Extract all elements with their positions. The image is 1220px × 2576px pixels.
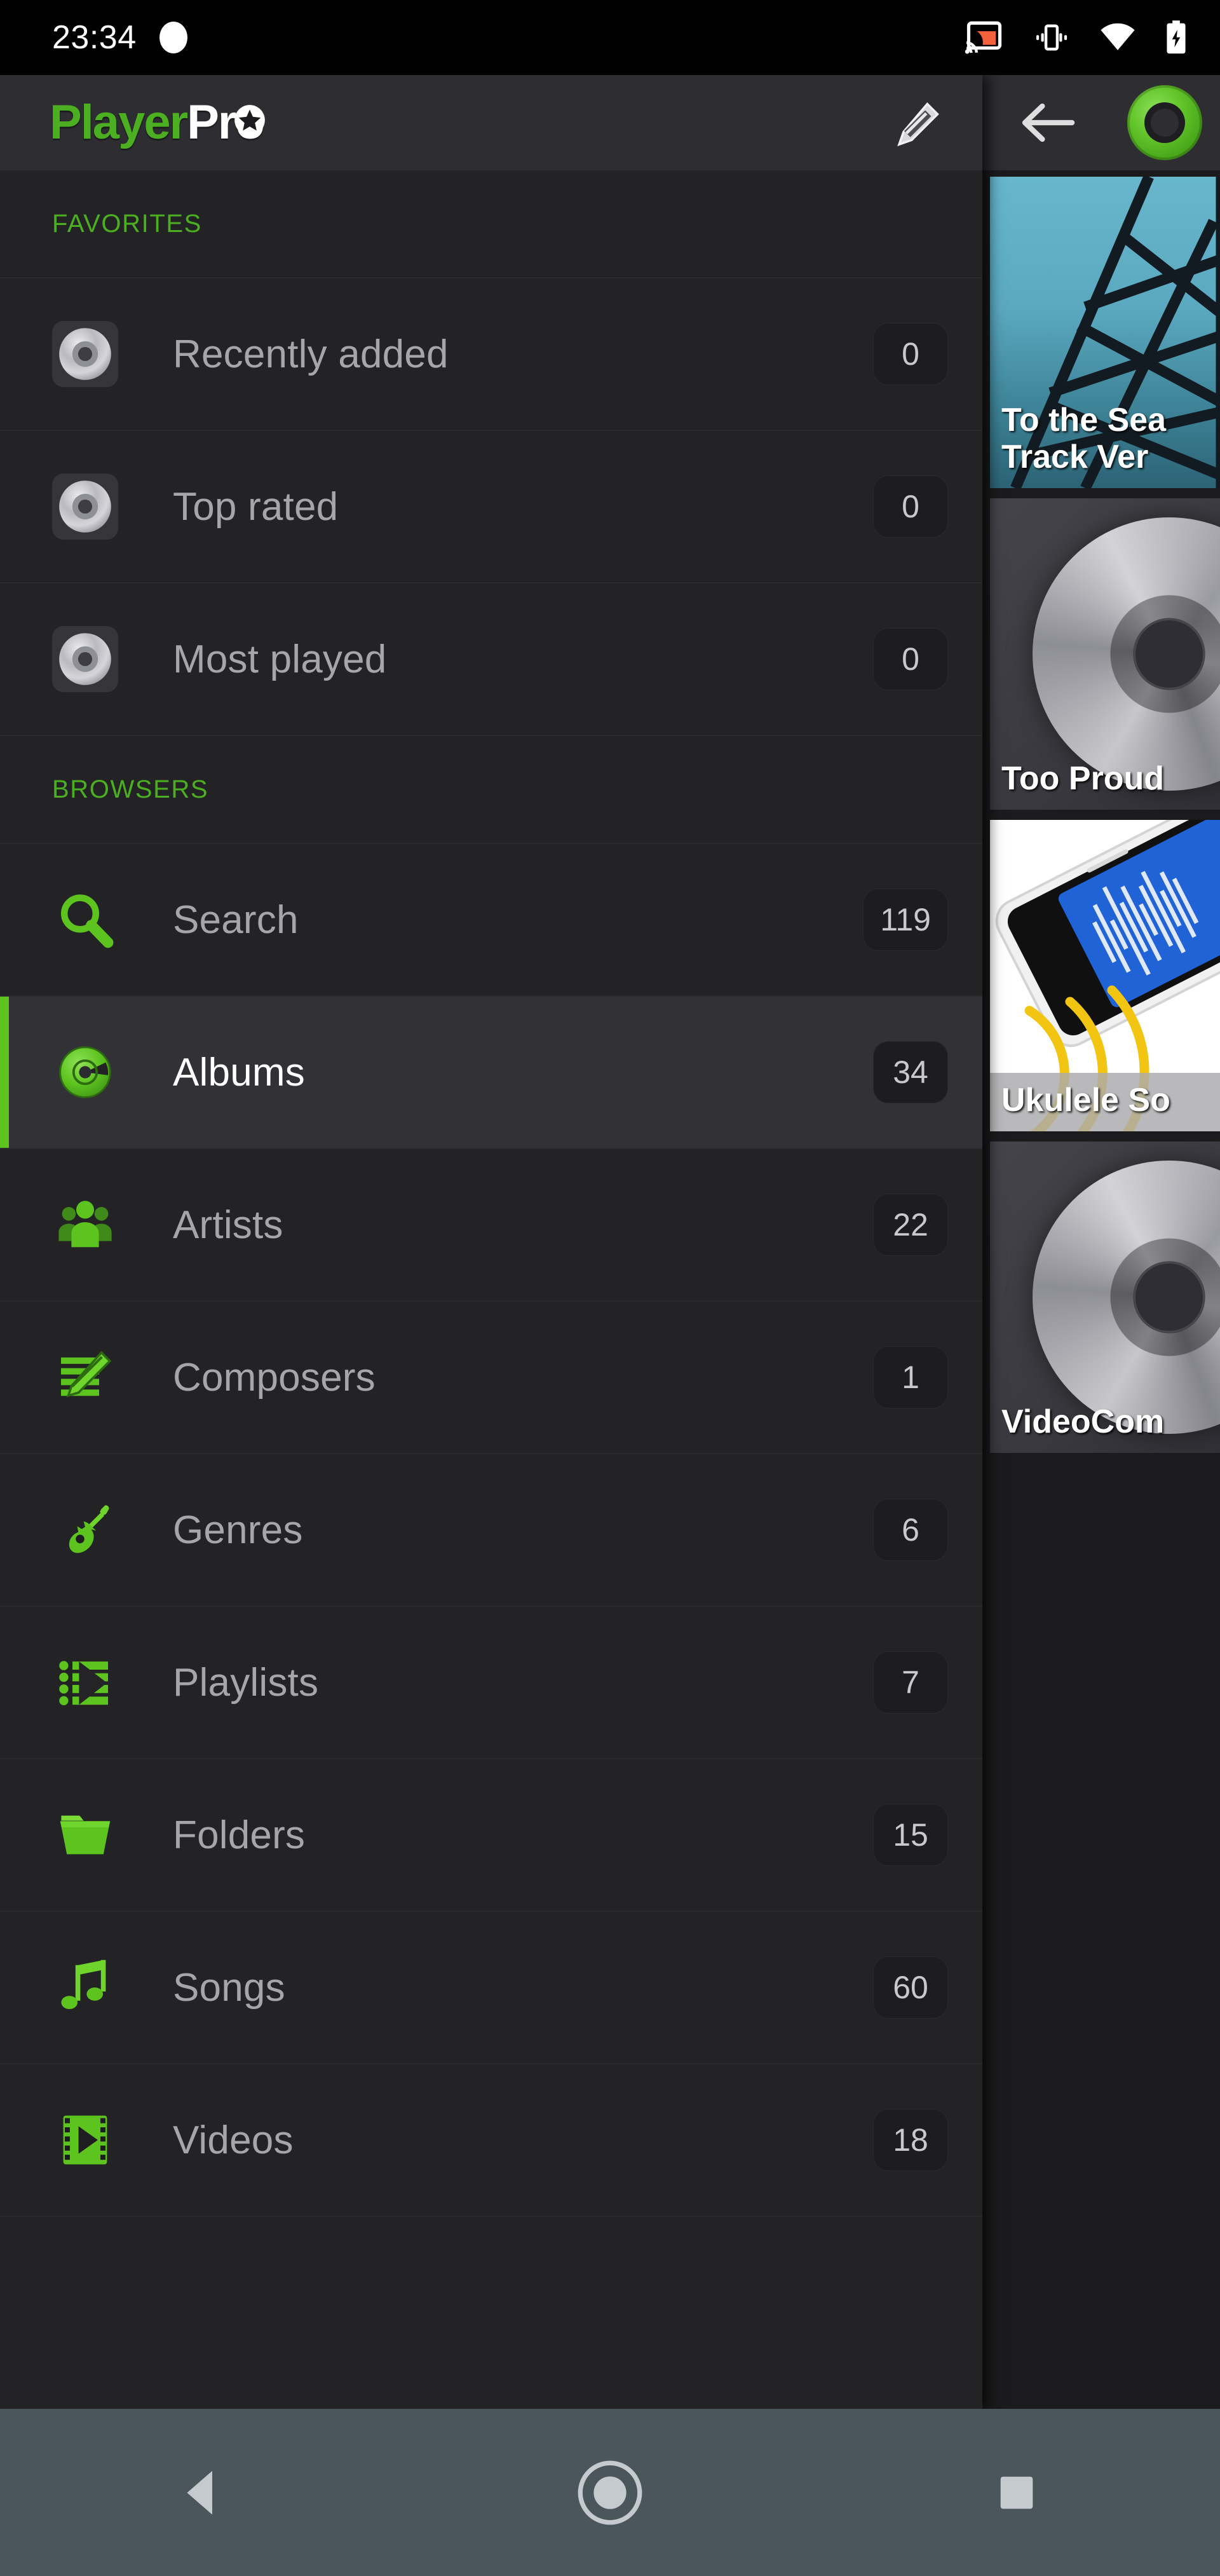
drawer-item-count: 18 — [873, 2109, 948, 2171]
drawer-item-composers[interactable]: Composers 1 — [0, 1302, 982, 1454]
logo-text-player: Player — [50, 95, 188, 149]
drawer-item-count: 15 — [873, 1804, 948, 1866]
album-title: Ukulele So — [990, 1072, 1220, 1131]
drawer-item-label: Top rated — [173, 484, 339, 529]
people-icon — [52, 1192, 118, 1258]
drawer-header: Player Pro — [0, 75, 982, 170]
section-header-favorites: FAVORITES — [0, 170, 982, 278]
drawer-item-label: Most played — [173, 637, 387, 681]
album-title: VideoCom — [1001, 1403, 1165, 1440]
album-grid: To the Sea Track Ver Too Proud Ukulele S… — [982, 170, 1220, 1453]
vibrate-icon — [1036, 24, 1068, 51]
cast-icon — [965, 21, 1002, 54]
drawer-item-label: Composers — [173, 1355, 376, 1400]
nav-home-circle-icon[interactable] — [546, 2429, 674, 2556]
drawer-item-top-rated[interactable]: Top rated 0 — [0, 431, 982, 583]
drawer-item-genres[interactable]: Genres 6 — [0, 1454, 982, 1607]
edit-pencil-icon[interactable] — [890, 93, 948, 152]
drawer-item-count: 1 — [873, 1346, 948, 1408]
drawer-item-recently-added[interactable]: Recently added 0 — [0, 278, 982, 431]
drawer-item-label: Folders — [173, 1813, 306, 1857]
status-bar: 23:34 — [0, 0, 1220, 75]
camera-dot-icon — [159, 22, 187, 53]
drawer-item-label: Songs — [173, 1965, 285, 2010]
album-tile[interactable]: To the Sea Track Ver — [990, 177, 1220, 488]
phone-screen: 23:34 To the Sea Track Ver Too Proud Uku… — [0, 0, 1220, 2576]
drawer-item-count: 7 — [873, 1651, 948, 1714]
album-tile[interactable]: Too Proud — [990, 498, 1220, 810]
app-logo: Player Pro — [50, 95, 265, 149]
album-title: To the Sea Track Ver — [1001, 401, 1167, 475]
pencil-icon — [897, 102, 939, 147]
playlist-icon — [52, 1649, 118, 1715]
drawer-item-count: 22 — [873, 1194, 948, 1256]
drawer-item-artists[interactable]: Artists 22 — [0, 1149, 982, 1302]
cd-disc-icon — [52, 626, 118, 692]
cd-disc-icon — [1032, 517, 1220, 791]
drawer-item-videos[interactable]: Videos 18 — [0, 2064, 982, 2217]
system-navigation-bar — [0, 2409, 1220, 2576]
cd-disc-icon — [52, 321, 118, 387]
album-tile[interactable]: VideoCom — [990, 1141, 1220, 1453]
drawer-item-label: Search — [173, 897, 299, 942]
status-clock: 23:34 — [52, 19, 137, 56]
drawer-item-count: 0 — [873, 628, 948, 690]
drawer-item-playlists[interactable]: Playlists 7 — [0, 1607, 982, 1759]
battery-charging-icon — [1167, 20, 1186, 54]
drawer-item-label: Albums — [173, 1050, 305, 1094]
green-disc-icon — [52, 1039, 118, 1105]
music-note-icon — [52, 1954, 118, 2021]
drawer-item-folders[interactable]: Folders 15 — [0, 1759, 982, 1912]
cd-disc-icon — [52, 474, 118, 540]
drawer-item-count: 0 — [873, 323, 948, 385]
drawer-item-songs[interactable]: Songs 60 — [0, 1912, 982, 2064]
drawer-item-label: Playlists — [173, 1660, 319, 1705]
album-tile[interactable]: Ukulele So — [990, 820, 1220, 1131]
drawer-item-label: Genres — [173, 1508, 303, 1552]
drawer-item-count: 0 — [873, 475, 948, 538]
drawer-item-albums[interactable]: Albums 34 — [0, 997, 982, 1149]
drawer-item-most-played[interactable]: Most played 0 — [0, 583, 982, 736]
drawer-item-label: Recently added — [173, 332, 449, 376]
drawer-item-label: Artists — [173, 1203, 283, 1247]
drawer-item-count: 119 — [863, 889, 948, 951]
magnifier-icon — [52, 887, 118, 953]
drawer-item-label: Videos — [173, 2118, 294, 2162]
app-window: To the Sea Track Ver Too Proud Ukulele S… — [0, 75, 1220, 2409]
content-toolbar — [982, 75, 1220, 170]
green-disc-icon[interactable] — [1127, 85, 1202, 160]
album-grid-panel: To the Sea Track Ver Too Proud Ukulele S… — [982, 75, 1220, 2409]
status-icons — [965, 20, 1187, 55]
drawer-item-search[interactable]: Search 119 — [0, 844, 982, 997]
album-title: Too Proud — [1001, 760, 1165, 797]
note-pencil-icon — [52, 1344, 118, 1410]
navigation-drawer: Player Pro FAVORITES Recently added 0 To… — [0, 75, 982, 2409]
cd-disc-icon — [1032, 1161, 1220, 1434]
drawer-item-count: 60 — [873, 1956, 948, 2019]
nav-recents-square-icon[interactable] — [953, 2429, 1080, 2556]
star-badge-icon — [234, 105, 265, 135]
drawer-item-count: 34 — [873, 1041, 948, 1103]
wifi-icon — [1101, 23, 1135, 50]
section-header-browsers: BROWSERS — [0, 736, 982, 844]
folder-icon — [52, 1802, 118, 1868]
nav-back-triangle-icon[interactable] — [140, 2429, 267, 2556]
back-arrow[interactable] — [1019, 99, 1076, 146]
film-play-icon — [52, 2107, 118, 2173]
guitar-icon — [52, 1497, 118, 1563]
drawer-item-count: 6 — [873, 1499, 948, 1561]
